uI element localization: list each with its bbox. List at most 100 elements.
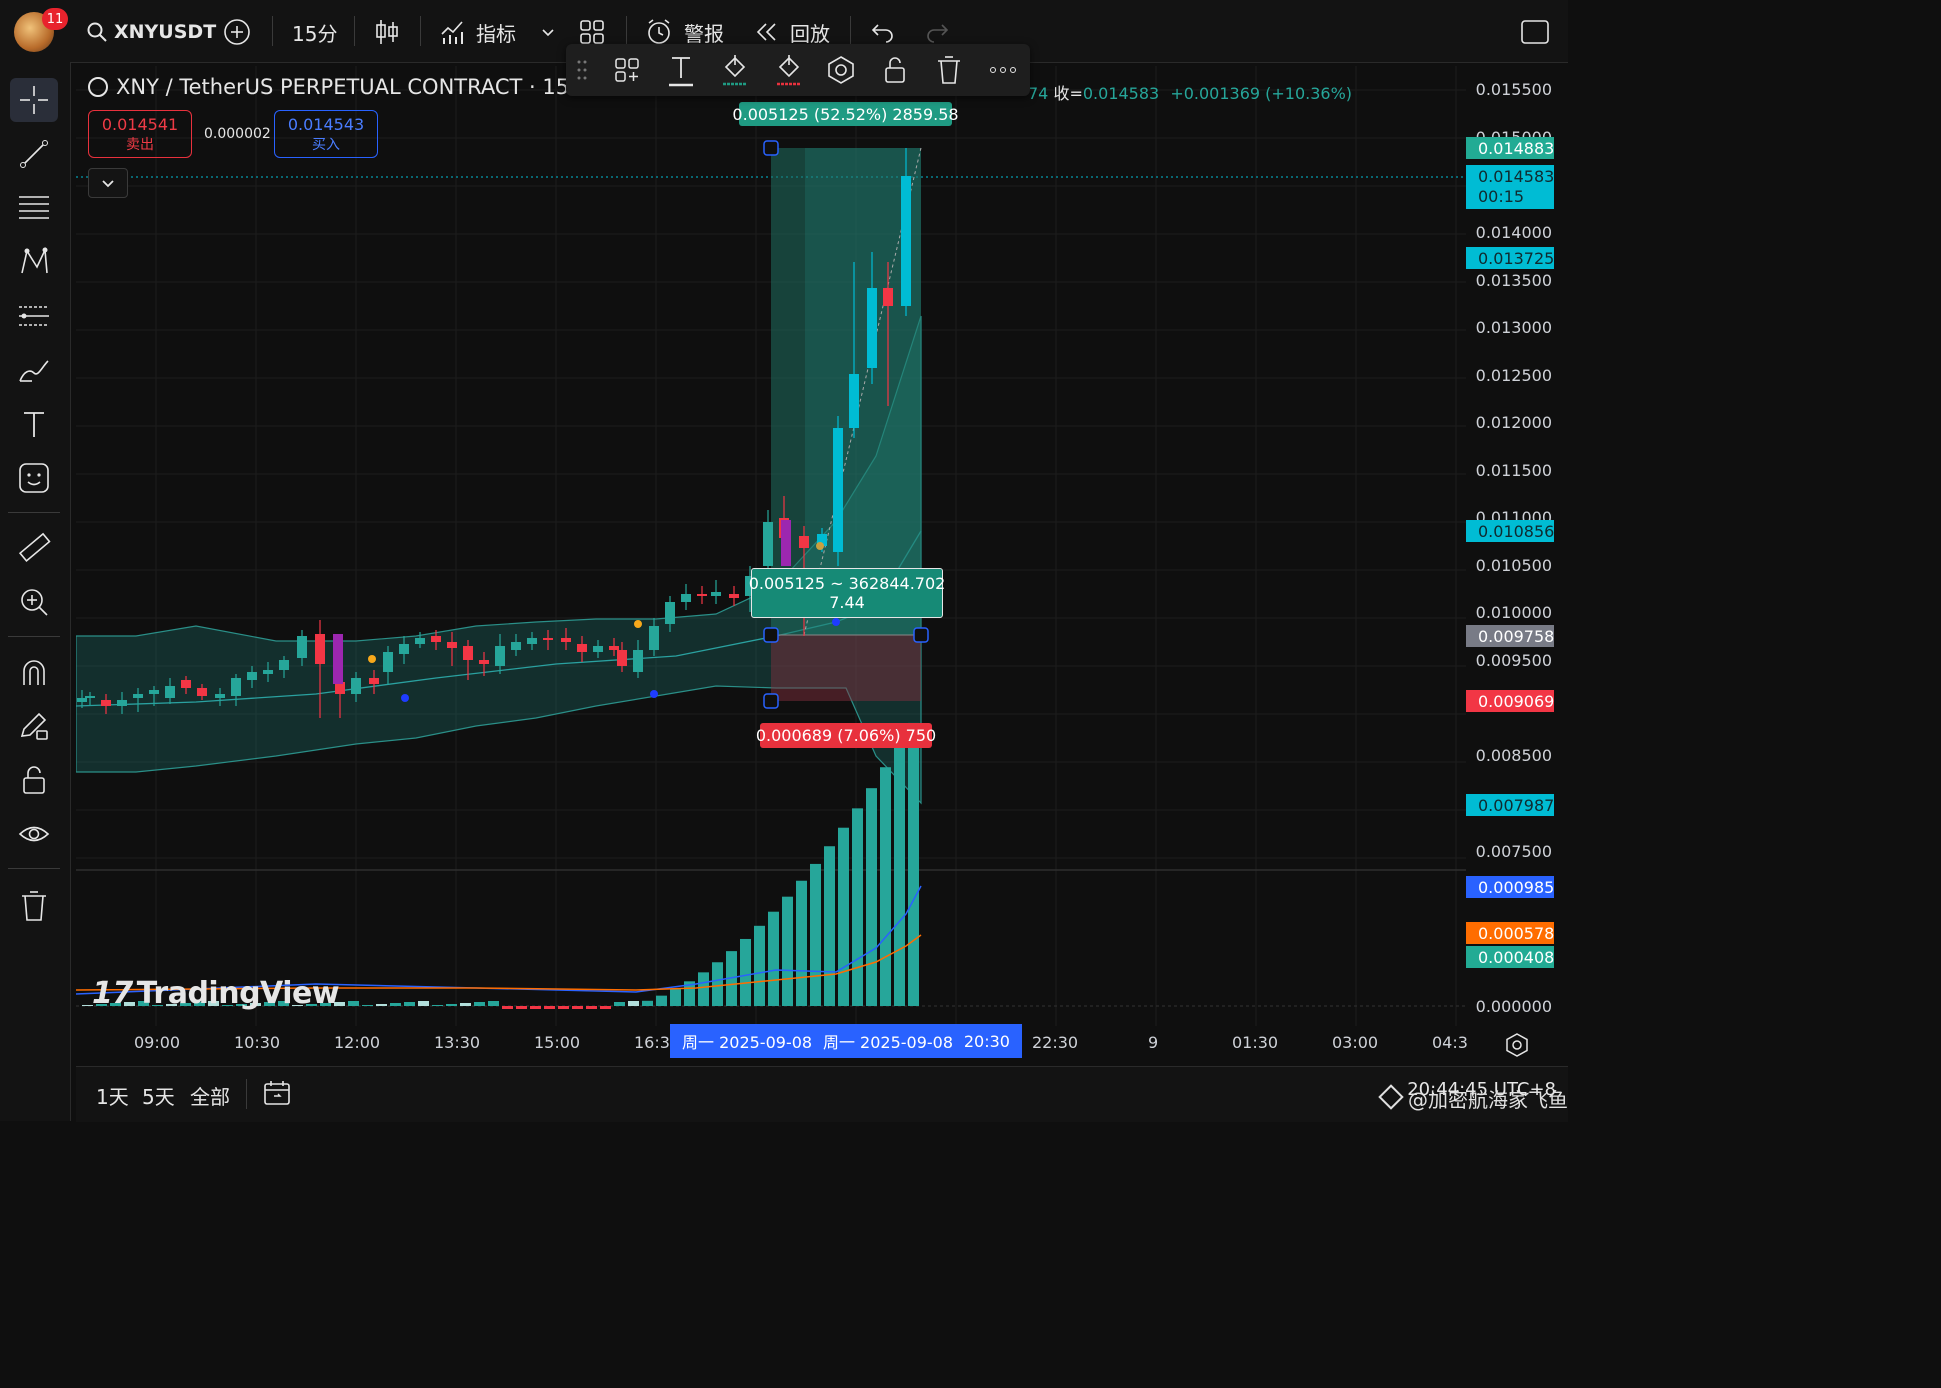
remove-drawings-tool[interactable]	[10, 884, 58, 928]
stop-color-button[interactable]	[770, 52, 808, 88]
drag-handle[interactable]	[570, 52, 594, 88]
lock-all-tool[interactable]	[10, 758, 58, 802]
measure-tool[interactable]	[10, 526, 58, 570]
indicators-label: 指标	[476, 21, 516, 46]
collapse-button[interactable]	[88, 168, 128, 198]
forecast-tool[interactable]	[10, 294, 58, 338]
macd-histogram-bar	[362, 1005, 373, 1006]
candle-body	[297, 636, 307, 658]
macd-histogram-bar	[810, 863, 821, 1006]
price-tick: 0.010000	[1475, 603, 1552, 622]
buy-button[interactable]: 0.014543 买入	[274, 110, 378, 158]
candle-body	[431, 636, 441, 642]
trash-icon	[22, 891, 46, 921]
change-value: +0.001369 (+10.36%)	[1170, 84, 1353, 103]
candle-body	[463, 646, 473, 660]
candle-body	[479, 660, 489, 664]
candle-body	[247, 672, 257, 680]
axis-settings-button[interactable]	[1504, 1032, 1530, 1062]
add-circle-icon	[224, 19, 250, 45]
price-label-target: 0.014883	[1466, 137, 1554, 159]
candle-body	[633, 650, 643, 672]
binance-logo-icon	[1378, 1084, 1404, 1110]
bottom-toolbar: 1天 5天 全部 20:44:45 UTC+8	[76, 1066, 1568, 1122]
fib-tool[interactable]	[10, 186, 58, 230]
hide-drawings-tool[interactable]	[10, 812, 58, 856]
crosshair-tool[interactable]	[10, 78, 58, 122]
close-value: 0.014583	[1082, 84, 1160, 103]
indicators-button[interactable]: 指标	[440, 16, 516, 48]
price-tick: 0.008500	[1475, 746, 1552, 765]
trendline-tool[interactable]	[10, 132, 58, 176]
price-label-signal: 0.000578	[1466, 922, 1554, 944]
fullscreen-button[interactable]	[1520, 16, 1550, 48]
replay-label: 回放	[790, 21, 830, 46]
settings-button[interactable]	[822, 52, 860, 88]
eye-icon	[18, 826, 50, 842]
drawing-toolbar	[0, 62, 71, 1121]
macd-histogram-bar	[404, 1002, 415, 1006]
brush-tool[interactable]	[10, 348, 58, 392]
time-tick: 04:3	[1432, 1033, 1468, 1052]
candle-body	[543, 638, 553, 640]
sell-button[interactable]: 0.014541 卖出	[88, 110, 192, 158]
tradingview-logo[interactable]: 17 TradingView	[92, 976, 340, 1011]
zoom-in-icon	[21, 589, 48, 616]
smiley-icon	[19, 463, 49, 493]
chevron-down-icon	[102, 180, 114, 188]
templates-button[interactable]	[608, 52, 646, 88]
candle-body	[85, 696, 95, 698]
spread-value: 0.000002	[204, 126, 271, 142]
more-button[interactable]	[984, 52, 1022, 88]
stop-label[interactable]: 0.000689 (7.06%) 750	[756, 723, 936, 748]
price-axis[interactable]: 0.015500 0.015000 0.014000 0.013500 0.01…	[1466, 66, 1568, 1068]
range-5d-button[interactable]: 5天	[142, 1081, 175, 1110]
chart-type-button[interactable]	[374, 16, 400, 48]
buy-label: 买入	[312, 137, 340, 153]
text-icon	[669, 57, 693, 87]
sticker-tool[interactable]	[10, 456, 58, 500]
text-color-button[interactable]	[662, 52, 700, 88]
interval-button[interactable]: 15分	[292, 16, 337, 48]
price-tick: 0.011500	[1475, 461, 1552, 480]
price-label-histogram: 0.000408	[1466, 946, 1554, 968]
position-center-label[interactable]: 0.005125 ~ 362844.702 7.44	[748, 568, 946, 618]
text-tool[interactable]	[10, 402, 58, 446]
range-1d-button[interactable]: 1天	[96, 1081, 129, 1110]
indicators-icon	[441, 21, 463, 44]
lock-drawing-tool[interactable]	[10, 704, 58, 748]
symbol-search[interactable]: XNYUSDT	[86, 16, 216, 48]
price-chart[interactable]	[76, 66, 1468, 1068]
fill-color-button[interactable]	[716, 52, 754, 88]
indicators-dropdown[interactable]	[540, 16, 556, 48]
ohlc-readout: 74 收=0.014583 +0.001369 (+10.36%)	[1028, 80, 1352, 104]
macd-histogram-bar	[880, 767, 891, 1006]
lock-button[interactable]	[876, 52, 914, 88]
sell-price: 0.014541	[101, 115, 179, 134]
macd-histogram-bar	[418, 1001, 429, 1006]
redo-icon	[927, 24, 949, 43]
macd-histogram-bar	[614, 1002, 625, 1006]
time-axis[interactable]: 09:00 10:30 12:00 13:30 15:00 16:3 22:30…	[76, 1024, 1468, 1062]
candle-body	[415, 638, 425, 644]
target-label[interactable]: 0.005125 (52.52%) 2859.58	[732, 102, 959, 126]
compare-button[interactable]	[222, 16, 252, 48]
pattern-tool[interactable]	[10, 240, 58, 284]
window-icon	[1521, 20, 1549, 44]
candle-body	[763, 522, 773, 566]
range-all-button[interactable]: 全部	[190, 1081, 230, 1110]
delete-button[interactable]	[930, 52, 968, 88]
candle-body	[77, 698, 87, 702]
time-tick: 9	[1148, 1033, 1159, 1052]
calendar-icon	[264, 1081, 290, 1105]
time-tick: 15:00	[534, 1033, 581, 1052]
zoom-tool[interactable]	[10, 580, 58, 624]
search-icon	[87, 22, 107, 42]
undo-icon	[871, 24, 893, 43]
position-center-line1: 0.005125 ~ 362844.702	[748, 574, 946, 593]
magnet-tool[interactable]	[10, 650, 58, 694]
range-time-label: 20:30	[963, 1031, 1010, 1051]
brush-icon	[19, 360, 49, 382]
candle-body	[593, 646, 603, 652]
goto-date-button[interactable]	[262, 1079, 292, 1111]
